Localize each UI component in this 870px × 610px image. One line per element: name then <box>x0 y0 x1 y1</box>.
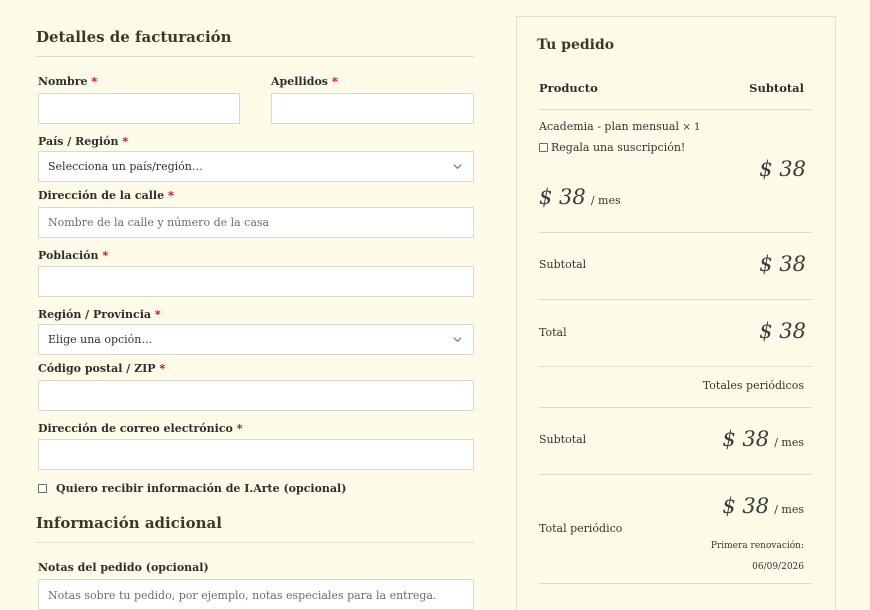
last-name-input[interactable] <box>271 93 474 124</box>
first-renewal-label: Primera renovación: <box>710 541 804 551</box>
city-input[interactable] <box>38 266 474 297</box>
order-notes-textarea[interactable]: Notas sobre tu pedido, por ejemplo, nota… <box>38 579 474 610</box>
first-renewal-date: 06/09/2026 <box>752 562 804 572</box>
street-label: Dirección de la calle * <box>38 189 174 202</box>
recurring-total-divider <box>539 583 812 584</box>
postcode-input[interactable] <box>38 380 474 411</box>
gift-checkbox[interactable] <box>539 143 548 152</box>
email-input[interactable] <box>38 439 474 470</box>
billing-title: Detalles de facturación <box>36 28 232 46</box>
recurring-subtotal-label: Subtotal <box>539 433 587 446</box>
city-label: Población * <box>38 249 109 262</box>
newsletter-option[interactable]: Quiero recibir información de I.Arte (op… <box>38 482 346 495</box>
street-input[interactable] <box>38 207 474 238</box>
total-divider <box>539 366 812 367</box>
recurring-total-value: $ 38 / mes <box>722 494 804 518</box>
state-select[interactable]: Elige una opción… <box>38 324 474 355</box>
order-notes-label: Notas del pedido (opcional) <box>38 561 209 574</box>
subtotal-value: $ 38 <box>759 252 806 276</box>
recurring-total-label: Total periódico <box>539 522 623 535</box>
country-label: País / Región * <box>38 135 129 148</box>
email-label: Dirección de correo electrónico * <box>38 422 243 435</box>
additional-divider <box>36 542 474 543</box>
recurring-subtotal-divider <box>539 474 812 475</box>
order-title: Tu pedido <box>537 37 615 53</box>
gift-subscription-option[interactable]: Regala una suscripción! <box>539 141 685 154</box>
subtotal-column-header: Subtotal <box>749 81 804 95</box>
first-name-label: Nombre * <box>38 75 98 88</box>
billing-divider <box>36 56 474 57</box>
recurring-totals-heading: Totales periódicos <box>702 379 804 392</box>
postcode-label: Código postal / ZIP * <box>38 362 166 375</box>
order-notes-placeholder: Notas sobre tu pedido, por ejemplo, nota… <box>48 589 437 602</box>
subtotal-divider <box>539 299 812 300</box>
state-selected-value: Elige una opción… <box>48 333 153 346</box>
header-divider <box>539 109 812 110</box>
state-label: Región / Provincia * <box>38 308 161 321</box>
additional-info-title: Información adicional <box>36 514 222 532</box>
item-divider <box>539 232 812 233</box>
chevron-down-icon <box>453 337 462 343</box>
product-column-header: Producto <box>539 81 598 95</box>
order-item-subtotal: $ 38 <box>759 157 806 181</box>
order-item-name: Academia - plan mensual × 1 <box>539 120 701 133</box>
newsletter-label: Quiero recibir información de I.Arte (op… <box>56 482 347 495</box>
recurring-heading-divider <box>539 407 812 408</box>
total-value: $ 38 <box>759 319 806 343</box>
country-select[interactable]: Selecciona un país/región… <box>38 151 474 182</box>
order-summary: Tu pedido Producto Subtotal Academia - p… <box>516 16 836 610</box>
newsletter-checkbox[interactable] <box>38 484 47 493</box>
first-name-input[interactable] <box>38 93 240 124</box>
total-label: Total <box>539 326 567 339</box>
order-item-recurring-price: $ 38 / mes <box>539 185 621 209</box>
chevron-down-icon <box>453 164 462 170</box>
gift-label: Regala una suscripción! <box>551 141 686 154</box>
last-name-label: Apellidos * <box>271 75 338 88</box>
country-selected-value: Selecciona un país/región… <box>48 160 203 173</box>
recurring-subtotal-value: $ 38 / mes <box>722 427 804 451</box>
subtotal-label: Subtotal <box>539 258 587 271</box>
order-item-quantity: × 1 <box>682 122 701 133</box>
